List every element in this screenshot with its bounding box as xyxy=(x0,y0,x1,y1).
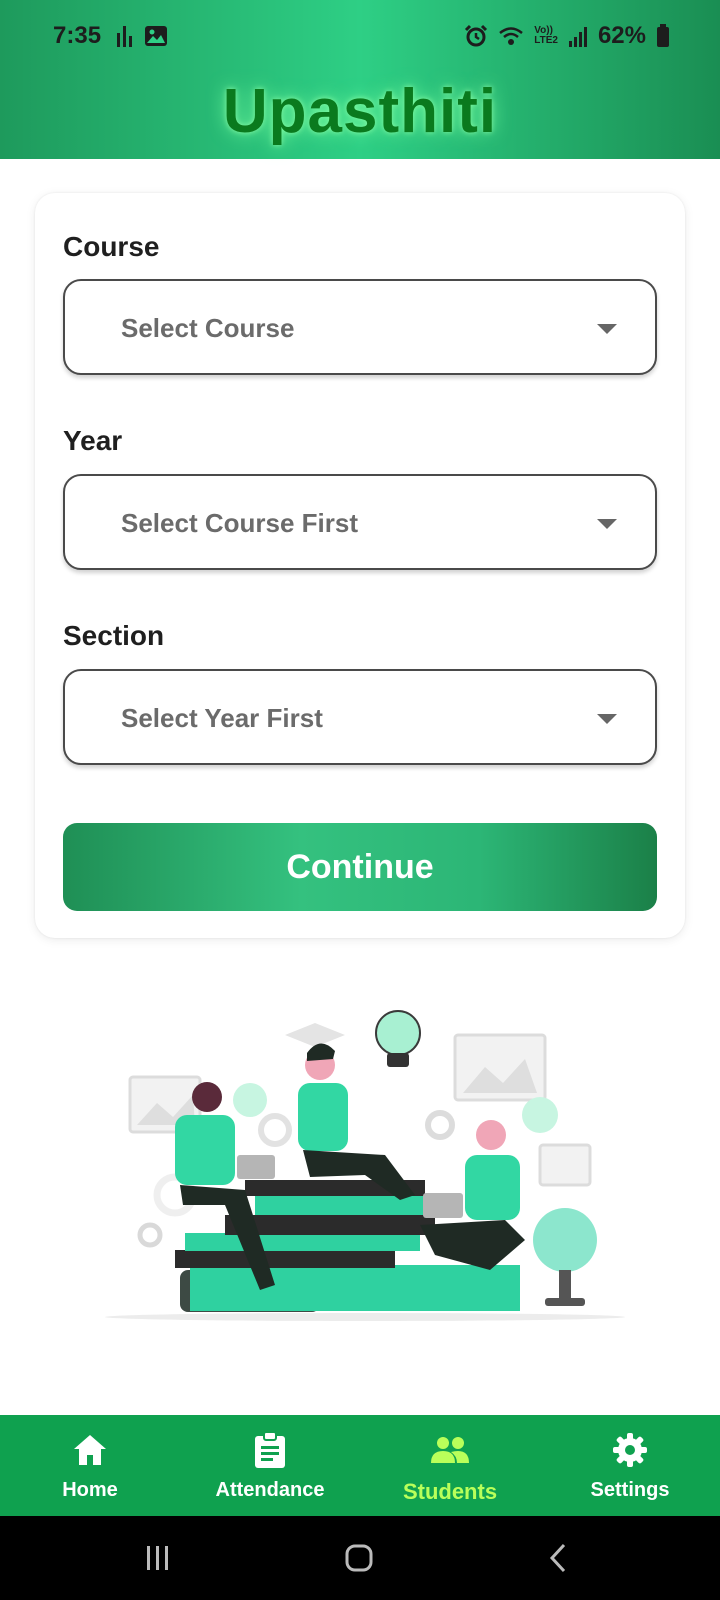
app-title: Upasthiti xyxy=(222,77,498,146)
section-label: Section xyxy=(63,620,165,651)
continue-button[interactable]: Continue xyxy=(63,823,657,911)
network-type-label: Vo)) LTE2 xyxy=(534,25,558,46)
clipboard-icon xyxy=(255,1431,285,1468)
signal-icon xyxy=(568,27,587,47)
year-select-placeholder: Select Course First xyxy=(121,508,358,538)
status-bar: 7:35 Vo)) LTE2 62% xyxy=(0,0,720,70)
dropdown-arrow-icon xyxy=(597,519,617,529)
app-header: 7:35 Vo)) LTE2 62% Upasthiti xyxy=(0,0,720,159)
selection-card: Course Select Course Year Select Course … xyxy=(35,193,685,938)
battery-percent: 62% xyxy=(597,22,646,49)
section-select-placeholder: Select Year First xyxy=(121,703,323,733)
nav-item-settings[interactable]: Settings xyxy=(540,1415,720,1516)
nav-label-settings: Settings xyxy=(590,1479,670,1501)
dropdown-arrow-icon xyxy=(597,324,617,334)
nav-label-home: Home xyxy=(62,1479,118,1501)
nav-item-home[interactable]: Home xyxy=(0,1415,180,1516)
status-time: 7:35 xyxy=(53,22,102,49)
recents-icon[interactable] xyxy=(144,1544,172,1572)
year-select[interactable]: Select Course First xyxy=(63,474,657,570)
system-navigation-bar xyxy=(0,1516,720,1600)
students-illustration xyxy=(105,1010,625,1321)
gallery-icon xyxy=(145,26,167,46)
wifi-icon xyxy=(499,27,524,45)
gear-icon xyxy=(613,1433,647,1467)
dropdown-arrow-icon xyxy=(597,714,617,724)
activity-icon xyxy=(117,26,132,47)
bottom-navigation: Home Attendance Students Settings xyxy=(0,1415,720,1516)
course-select[interactable]: Select Course xyxy=(63,279,657,375)
section-select[interactable]: Select Year First xyxy=(63,669,657,765)
course-select-placeholder: Select Course xyxy=(121,313,295,343)
nav-item-students[interactable]: Students xyxy=(360,1415,540,1516)
nav-label-students: Students xyxy=(402,1479,498,1504)
nav-item-attendance[interactable]: Attendance xyxy=(180,1415,360,1516)
year-label: Year xyxy=(63,425,123,456)
people-icon xyxy=(431,1437,469,1463)
alarm-icon xyxy=(465,24,488,47)
home-icon xyxy=(74,1435,106,1465)
home-button-icon[interactable] xyxy=(344,1543,374,1573)
course-label: Course xyxy=(63,231,160,262)
nav-label-attendance: Attendance xyxy=(215,1479,325,1501)
back-icon[interactable] xyxy=(548,1543,568,1573)
battery-icon xyxy=(657,24,669,47)
